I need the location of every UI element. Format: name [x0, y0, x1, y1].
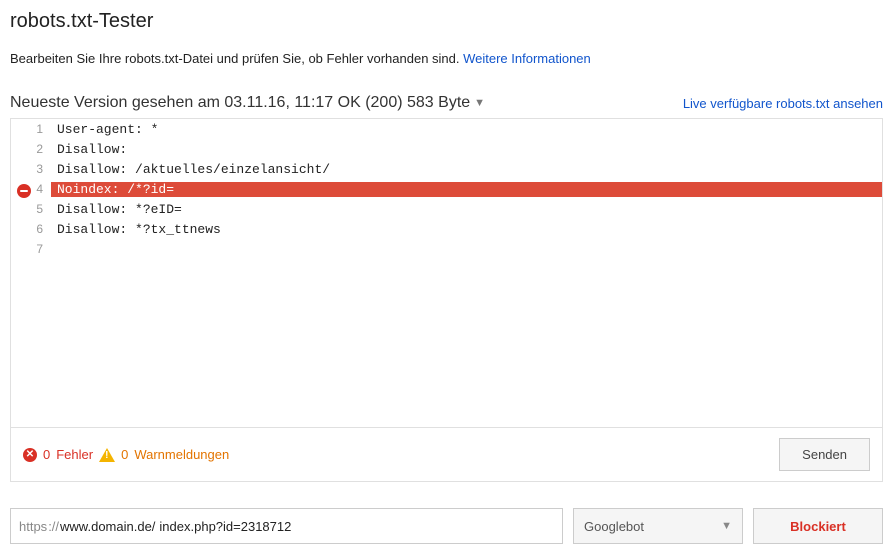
editor-line[interactable]: 2Disallow:: [11, 139, 882, 159]
line-number: 6: [11, 222, 51, 236]
page-subtitle: Bearbeiten Sie Ihre robots.txt-Datei und…: [10, 51, 883, 66]
url-separator: ://: [47, 519, 60, 534]
editor-line[interactable]: 6Disallow: *?tx_ttnews: [11, 219, 882, 239]
bot-select[interactable]: Googlebot ▼: [573, 508, 743, 544]
url-protocol: https: [19, 519, 47, 534]
editor-line[interactable]: 3Disallow: /aktuelles/einzelansicht/: [11, 159, 882, 179]
error-icon: ✕: [23, 448, 37, 462]
line-number: 4: [11, 182, 51, 196]
warnings-label: Warnmeldungen: [134, 447, 229, 462]
error-marker-icon: [17, 184, 31, 198]
warnings-count: 0: [121, 447, 128, 462]
live-robots-link[interactable]: Live verfügbare robots.txt ansehen: [683, 96, 883, 111]
line-number: 5: [11, 202, 51, 216]
line-number: 7: [11, 242, 51, 256]
editor-line[interactable]: 1User-agent: *: [11, 119, 882, 139]
editor-line[interactable]: 7: [11, 239, 882, 259]
line-content[interactable]: Noindex: /*?id=: [51, 182, 882, 197]
line-number: 3: [11, 162, 51, 176]
chevron-down-icon: ▼: [474, 97, 485, 109]
subtitle-text: Bearbeiten Sie Ihre robots.txt-Datei und…: [10, 51, 463, 66]
caret-down-icon: ▼: [721, 520, 732, 532]
version-dropdown[interactable]: Neueste Version gesehen am 03.11.16, 11:…: [10, 94, 485, 112]
line-content[interactable]: Disallow: *?eID=: [51, 202, 882, 217]
test-result-button[interactable]: Blockiert: [753, 508, 883, 544]
bot-selected-label: Googlebot: [584, 519, 644, 534]
more-info-link[interactable]: Weitere Informationen: [463, 51, 591, 66]
errors-label: Fehler: [56, 447, 93, 462]
url-domain: www.domain.de/: [60, 519, 155, 534]
line-content[interactable]: User-agent: *: [51, 122, 882, 137]
version-label: Neueste Version gesehen am 03.11.16, 11:…: [10, 94, 470, 112]
url-path[interactable]: index.php?id=2318712: [155, 519, 291, 534]
warning-icon: [99, 448, 115, 462]
page-title: robots.txt-Tester: [10, 10, 883, 33]
url-input[interactable]: https :// www.domain.de/ index.php?id=23…: [10, 508, 563, 544]
status-summary: ✕ 0 Fehler 0 Warnmeldungen: [23, 447, 229, 462]
editor-line[interactable]: 4Noindex: /*?id=: [11, 179, 882, 199]
line-number: 1: [11, 122, 51, 136]
line-content[interactable]: Disallow:: [51, 142, 882, 157]
errors-count: 0: [43, 447, 50, 462]
robots-editor[interactable]: 1User-agent: *2Disallow:3Disallow: /aktu…: [10, 118, 883, 428]
line-content[interactable]: Disallow: /aktuelles/einzelansicht/: [51, 162, 882, 177]
line-number: 2: [11, 142, 51, 156]
line-content[interactable]: Disallow: *?tx_ttnews: [51, 222, 882, 237]
submit-button[interactable]: Senden: [779, 438, 870, 471]
editor-line[interactable]: 5Disallow: *?eID=: [11, 199, 882, 219]
